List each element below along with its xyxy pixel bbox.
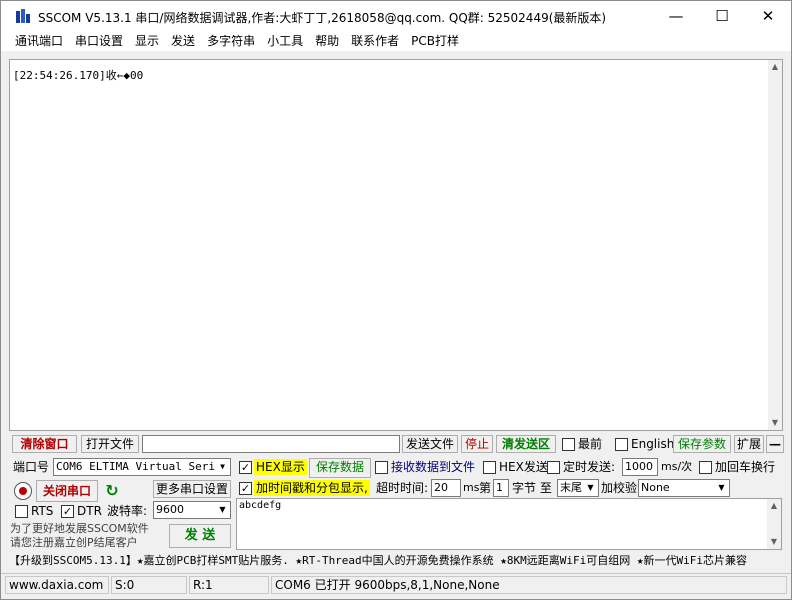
chevron-down-icon: ▼ (714, 480, 729, 496)
send-file-button[interactable]: 发送文件 (402, 435, 458, 453)
status-bar: www.daxia.com S:0 R:1 COM6 已打开 9600bps,8… (1, 573, 791, 595)
timeout-label: 超时时间: (376, 481, 429, 495)
save-data-button[interactable]: 保存数据 (309, 458, 371, 478)
baud-select[interactable]: 9600 ▼ (153, 501, 231, 519)
menu-tools[interactable]: 小工具 (261, 31, 309, 51)
baud-select-value: 9600 (156, 503, 184, 516)
menu-serial-settings[interactable]: 串口设置 (69, 31, 129, 51)
menu-send[interactable]: 发送 (165, 31, 201, 51)
english-label: English (631, 437, 675, 451)
byte-start-input[interactable]: 1 (493, 479, 509, 497)
checksum-label: 加校验 (601, 481, 638, 495)
hex-display-label: HEX显示 (254, 459, 307, 475)
upgrade-hint-line-1: 为了更好地发展SSCOM软件 (10, 522, 149, 535)
clear-window-button[interactable]: 清除窗口 (12, 435, 77, 453)
app-logo-icon (16, 9, 30, 23)
expand-button[interactable]: 扩展 (734, 435, 764, 453)
menu-contact-author[interactable]: 联系作者 (345, 31, 405, 51)
baud-label: 波特率: (107, 504, 148, 518)
send-button[interactable]: 发 送 (169, 524, 231, 548)
refresh-icon[interactable]: ↻ (103, 482, 121, 500)
rts-label: RTS (31, 504, 54, 518)
chevron-down-icon: ▼ (583, 480, 598, 496)
interval-unit: ms/次 (661, 460, 693, 473)
close-port-button[interactable]: 关闭串口 (36, 480, 98, 502)
dtr-label: DTR (77, 504, 102, 518)
file-path-input[interactable] (142, 435, 400, 453)
recv-to-file-checkbox[interactable] (375, 461, 388, 474)
send-text: abcdefg (239, 500, 282, 511)
timed-send-label: 定时发送: (563, 460, 616, 474)
receive-scrollbar[interactable]: ▲ ▼ (768, 60, 782, 430)
hex-display-checkbox[interactable]: ✓ (239, 461, 252, 474)
timed-send-checkbox[interactable] (547, 461, 560, 474)
interval-input[interactable]: 1000 (622, 458, 658, 476)
menu-pcb[interactable]: PCB打样 (405, 31, 465, 51)
port-select-value: COM6 ELTIMA Virtual Serial (56, 460, 229, 473)
app-window: SSCOM V5.13.1 串口/网络数据调试器,作者:大虾丁丁,2618058… (0, 0, 792, 600)
menu-display[interactable]: 显示 (129, 31, 165, 51)
chevron-down-icon: ▼ (215, 502, 230, 518)
close-button[interactable]: ✕ (745, 1, 791, 31)
notice-ticker[interactable]: 【升级到SSCOM5.13.1】★嘉立创PCB打样SMT贴片服务. ★RT-Th… (9, 552, 785, 569)
scroll-up-icon[interactable]: ▲ (768, 60, 782, 74)
dtr-checkbox[interactable]: ✓ (61, 505, 74, 518)
timeout-input[interactable]: 20 (431, 479, 461, 497)
save-params-button[interactable]: 保存参数 (673, 435, 731, 453)
hex-send-checkbox[interactable] (483, 461, 496, 474)
maximize-button[interactable]: ☐ (699, 1, 745, 31)
send-text-area[interactable]: abcdefg ▲ ▼ (236, 498, 782, 550)
port-state: COM6 已打开 9600bps,8,1,None,None (271, 576, 787, 594)
english-checkbox[interactable] (615, 438, 628, 451)
byte-range-label: 字节 至 (512, 481, 552, 495)
menu-bar: 通讯端口 串口设置 显示 发送 多字符串 小工具 帮助 联系作者 PCB打样 (1, 31, 791, 51)
menu-help[interactable]: 帮助 (309, 31, 345, 51)
received-count: R:1 (189, 576, 269, 594)
website-link[interactable]: www.daxia.com (5, 576, 109, 594)
timeout-unit: ms (463, 481, 480, 494)
end-select[interactable]: 末尾 ▼ (557, 479, 599, 497)
checksum-select-value: None (641, 481, 670, 494)
send-scrollbar[interactable]: ▲ ▼ (767, 499, 781, 549)
port-status-icon (14, 482, 32, 500)
menu-multi-string[interactable]: 多字符串 (201, 31, 261, 51)
scroll-up-icon[interactable]: ▲ (767, 499, 781, 513)
open-file-button[interactable]: 打开文件 (81, 435, 139, 453)
scroll-down-icon[interactable]: ▼ (768, 416, 782, 430)
add-crlf-label: 加回车换行 (715, 460, 776, 474)
receive-line: [22:54:26.170]收←◆00 (13, 69, 144, 82)
port-label: 端口号 (13, 460, 50, 474)
menu-comm-port[interactable]: 通讯端口 (9, 31, 69, 51)
title-bar: SSCOM V5.13.1 串口/网络数据调试器,作者:大虾丁丁,2618058… (1, 1, 791, 31)
upgrade-hint: 为了更好地发展SSCOM软件 请您注册嘉立创P结尾客户 (10, 522, 149, 550)
scroll-down-icon[interactable]: ▼ (767, 535, 781, 549)
add-crlf-checkbox[interactable] (699, 461, 712, 474)
timestamp-checkbox[interactable]: ✓ (239, 482, 252, 495)
collapse-button[interactable]: — (766, 435, 784, 453)
topmost-label: 最前 (578, 437, 603, 451)
sent-count: S:0 (111, 576, 187, 594)
rts-checkbox[interactable] (15, 505, 28, 518)
more-settings-button[interactable]: 更多串口设置 (153, 480, 231, 498)
recv-to-file-label[interactable]: 接收数据到文件 (391, 459, 475, 475)
port-select[interactable]: COM6 ELTIMA Virtual Serial ▼ (53, 458, 231, 476)
clear-send-button[interactable]: 清发送区 (496, 435, 556, 453)
upgrade-hint-line-2: 请您注册嘉立创P结尾客户 (10, 536, 138, 549)
checksum-select[interactable]: None ▼ (638, 479, 730, 497)
timestamp-label: 加时间戳和分包显示, (254, 480, 370, 496)
receive-area[interactable]: [22:54:26.170]收←◆00 ▲ ▼ (9, 59, 783, 431)
stop-button[interactable]: 停止 (461, 435, 493, 453)
end-select-value: 末尾 (560, 481, 582, 494)
chevron-down-icon: ▼ (215, 459, 230, 475)
byte-prefix-label: 第 (479, 481, 492, 495)
minimize-button[interactable]: — (653, 1, 699, 31)
topmost-checkbox[interactable] (562, 438, 575, 451)
hex-send-label: HEX发送 (499, 460, 548, 474)
window-title: SSCOM V5.13.1 串口/网络数据调试器,作者:大虾丁丁,2618058… (38, 11, 607, 25)
